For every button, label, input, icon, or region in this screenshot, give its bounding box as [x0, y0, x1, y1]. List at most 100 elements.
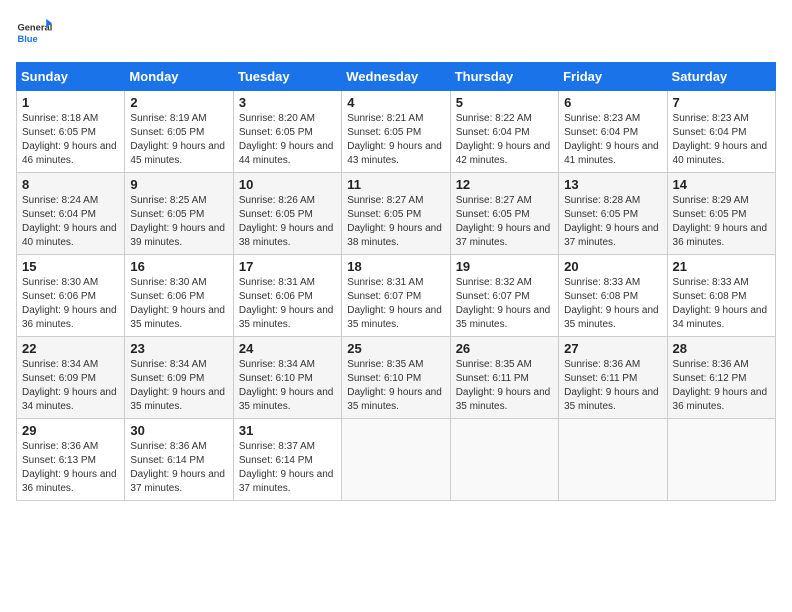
header-day-monday: Monday	[125, 63, 233, 91]
calendar-header-row: SundayMondayTuesdayWednesdayThursdayFrid…	[17, 63, 776, 91]
day-number: 10	[239, 177, 336, 192]
cell-info: Sunrise: 8:26 AMSunset: 6:05 PMDaylight:…	[239, 195, 334, 248]
cell-info: Sunrise: 8:36 AMSunset: 6:11 PMDaylight:…	[564, 359, 659, 412]
cell-info: Sunrise: 8:23 AMSunset: 6:04 PMDaylight:…	[673, 113, 768, 166]
day-number: 15	[22, 259, 119, 274]
svg-text:Blue: Blue	[17, 34, 37, 44]
calendar-cell: 28 Sunrise: 8:36 AMSunset: 6:12 PMDayligh…	[667, 337, 775, 419]
day-number: 28	[673, 341, 770, 356]
calendar-cell: 25 Sunrise: 8:35 AMSunset: 6:10 PMDayligh…	[342, 337, 450, 419]
cell-info: Sunrise: 8:36 AMSunset: 6:12 PMDaylight:…	[673, 359, 768, 412]
header-day-thursday: Thursday	[450, 63, 558, 91]
day-number: 17	[239, 259, 336, 274]
calendar-week-5: 29 Sunrise: 8:36 AMSunset: 6:13 PMDayligh…	[17, 419, 776, 501]
calendar-cell	[559, 419, 667, 501]
day-number: 31	[239, 423, 336, 438]
calendar-week-2: 8 Sunrise: 8:24 AMSunset: 6:04 PMDaylight…	[17, 173, 776, 255]
day-number: 12	[456, 177, 553, 192]
calendar-cell: 10 Sunrise: 8:26 AMSunset: 6:05 PMDayligh…	[233, 173, 341, 255]
cell-info: Sunrise: 8:24 AMSunset: 6:04 PMDaylight:…	[22, 195, 117, 248]
day-number: 27	[564, 341, 661, 356]
day-number: 25	[347, 341, 444, 356]
header-day-friday: Friday	[559, 63, 667, 91]
cell-info: Sunrise: 8:33 AMSunset: 6:08 PMDaylight:…	[564, 277, 659, 330]
cell-info: Sunrise: 8:33 AMSunset: 6:08 PMDaylight:…	[673, 277, 768, 330]
cell-info: Sunrise: 8:27 AMSunset: 6:05 PMDaylight:…	[456, 195, 551, 248]
cell-info: Sunrise: 8:37 AMSunset: 6:14 PMDaylight:…	[239, 441, 334, 494]
cell-info: Sunrise: 8:25 AMSunset: 6:05 PMDaylight:…	[130, 195, 225, 248]
calendar-cell: 2 Sunrise: 8:19 AMSunset: 6:05 PMDaylight…	[125, 91, 233, 173]
day-number: 30	[130, 423, 227, 438]
day-number: 6	[564, 95, 661, 110]
cell-info: Sunrise: 8:19 AMSunset: 6:05 PMDaylight:…	[130, 113, 225, 166]
calendar-cell: 6Sunrise: 8:23 AMSunset: 6:04 PMDaylight…	[559, 91, 667, 173]
logo-svg: General Blue	[16, 16, 52, 52]
logo: General Blue	[16, 16, 52, 52]
calendar-cell: 17 Sunrise: 8:31 AMSunset: 6:06 PMDayligh…	[233, 255, 341, 337]
day-number: 16	[130, 259, 227, 274]
calendar-table: SundayMondayTuesdayWednesdayThursdayFrid…	[16, 62, 776, 501]
header-day-saturday: Saturday	[667, 63, 775, 91]
cell-info: Sunrise: 8:35 AMSunset: 6:10 PMDaylight:…	[347, 359, 442, 412]
cell-info: Sunrise: 8:29 AMSunset: 6:05 PMDaylight:…	[673, 195, 768, 248]
page-header: General Blue	[16, 16, 776, 52]
header-day-sunday: Sunday	[17, 63, 125, 91]
day-number: 8	[22, 177, 119, 192]
calendar-cell: 7 Sunrise: 8:23 AMSunset: 6:04 PMDaylight…	[667, 91, 775, 173]
cell-info: Sunrise: 8:36 AMSunset: 6:14 PMDaylight:…	[130, 441, 225, 494]
day-number: 9	[130, 177, 227, 192]
cell-info: Sunrise: 8:27 AMSunset: 6:05 PMDaylight:…	[347, 195, 442, 248]
cell-info: Sunrise: 8:30 AMSunset: 6:06 PMDaylight:…	[130, 277, 225, 330]
day-number: 21	[673, 259, 770, 274]
calendar-week-4: 22 Sunrise: 8:34 AMSunset: 6:09 PMDayligh…	[17, 337, 776, 419]
day-number: 5	[456, 95, 553, 110]
header-day-tuesday: Tuesday	[233, 63, 341, 91]
cell-info: Sunrise: 8:22 AMSunset: 6:04 PMDaylight:…	[456, 113, 551, 166]
calendar-cell: 4 Sunrise: 8:21 AMSunset: 6:05 PMDaylight…	[342, 91, 450, 173]
calendar-cell	[667, 419, 775, 501]
cell-info: Sunrise: 8:20 AMSunset: 6:05 PMDaylight:…	[239, 113, 334, 166]
day-number: 7	[673, 95, 770, 110]
calendar-cell: 30 Sunrise: 8:36 AMSunset: 6:14 PMDayligh…	[125, 419, 233, 501]
cell-info: Sunrise: 8:18 AMSunset: 6:05 PMDaylight:…	[22, 113, 117, 166]
calendar-cell: 1 Sunrise: 8:18 AMSunset: 6:05 PMDaylight…	[17, 91, 125, 173]
calendar-cell: 8 Sunrise: 8:24 AMSunset: 6:04 PMDaylight…	[17, 173, 125, 255]
calendar-cell: 13Sunrise: 8:28 AMSunset: 6:05 PMDayligh…	[559, 173, 667, 255]
calendar-cell: 27 Sunrise: 8:36 AMSunset: 6:11 PMDayligh…	[559, 337, 667, 419]
day-number: 29	[22, 423, 119, 438]
day-number: 23	[130, 341, 227, 356]
calendar-cell: 3Sunrise: 8:20 AMSunset: 6:05 PMDaylight…	[233, 91, 341, 173]
day-number: 22	[22, 341, 119, 356]
calendar-cell: 12 Sunrise: 8:27 AMSunset: 6:05 PMDayligh…	[450, 173, 558, 255]
calendar-cell: 11Sunrise: 8:27 AMSunset: 6:05 PMDayligh…	[342, 173, 450, 255]
day-number: 1	[22, 95, 119, 110]
day-number: 24	[239, 341, 336, 356]
day-number: 18	[347, 259, 444, 274]
cell-info: Sunrise: 8:31 AMSunset: 6:06 PMDaylight:…	[239, 277, 334, 330]
day-number: 2	[130, 95, 227, 110]
cell-info: Sunrise: 8:36 AMSunset: 6:13 PMDaylight:…	[22, 441, 117, 494]
calendar-cell: 24Sunrise: 8:34 AMSunset: 6:10 PMDayligh…	[233, 337, 341, 419]
cell-info: Sunrise: 8:21 AMSunset: 6:05 PMDaylight:…	[347, 113, 442, 166]
cell-info: Sunrise: 8:34 AMSunset: 6:09 PMDaylight:…	[130, 359, 225, 412]
day-number: 14	[673, 177, 770, 192]
calendar-week-3: 15 Sunrise: 8:30 AMSunset: 6:06 PMDayligh…	[17, 255, 776, 337]
calendar-cell: 21 Sunrise: 8:33 AMSunset: 6:08 PMDayligh…	[667, 255, 775, 337]
calendar-body: 1 Sunrise: 8:18 AMSunset: 6:05 PMDaylight…	[17, 91, 776, 501]
calendar-cell: 20Sunrise: 8:33 AMSunset: 6:08 PMDayligh…	[559, 255, 667, 337]
cell-info: Sunrise: 8:31 AMSunset: 6:07 PMDaylight:…	[347, 277, 442, 330]
cell-info: Sunrise: 8:32 AMSunset: 6:07 PMDaylight:…	[456, 277, 551, 330]
cell-info: Sunrise: 8:30 AMSunset: 6:06 PMDaylight:…	[22, 277, 117, 330]
calendar-cell: 15 Sunrise: 8:30 AMSunset: 6:06 PMDayligh…	[17, 255, 125, 337]
cell-info: Sunrise: 8:34 AMSunset: 6:09 PMDaylight:…	[22, 359, 117, 412]
day-number: 4	[347, 95, 444, 110]
calendar-cell: 5 Sunrise: 8:22 AMSunset: 6:04 PMDaylight…	[450, 91, 558, 173]
calendar-cell: 9 Sunrise: 8:25 AMSunset: 6:05 PMDaylight…	[125, 173, 233, 255]
cell-info: Sunrise: 8:28 AMSunset: 6:05 PMDaylight:…	[564, 195, 659, 248]
calendar-cell: 31 Sunrise: 8:37 AMSunset: 6:14 PMDayligh…	[233, 419, 341, 501]
header-day-wednesday: Wednesday	[342, 63, 450, 91]
calendar-cell: 22 Sunrise: 8:34 AMSunset: 6:09 PMDayligh…	[17, 337, 125, 419]
calendar-cell: 29 Sunrise: 8:36 AMSunset: 6:13 PMDayligh…	[17, 419, 125, 501]
calendar-cell: 14 Sunrise: 8:29 AMSunset: 6:05 PMDayligh…	[667, 173, 775, 255]
calendar-cell: 23 Sunrise: 8:34 AMSunset: 6:09 PMDayligh…	[125, 337, 233, 419]
